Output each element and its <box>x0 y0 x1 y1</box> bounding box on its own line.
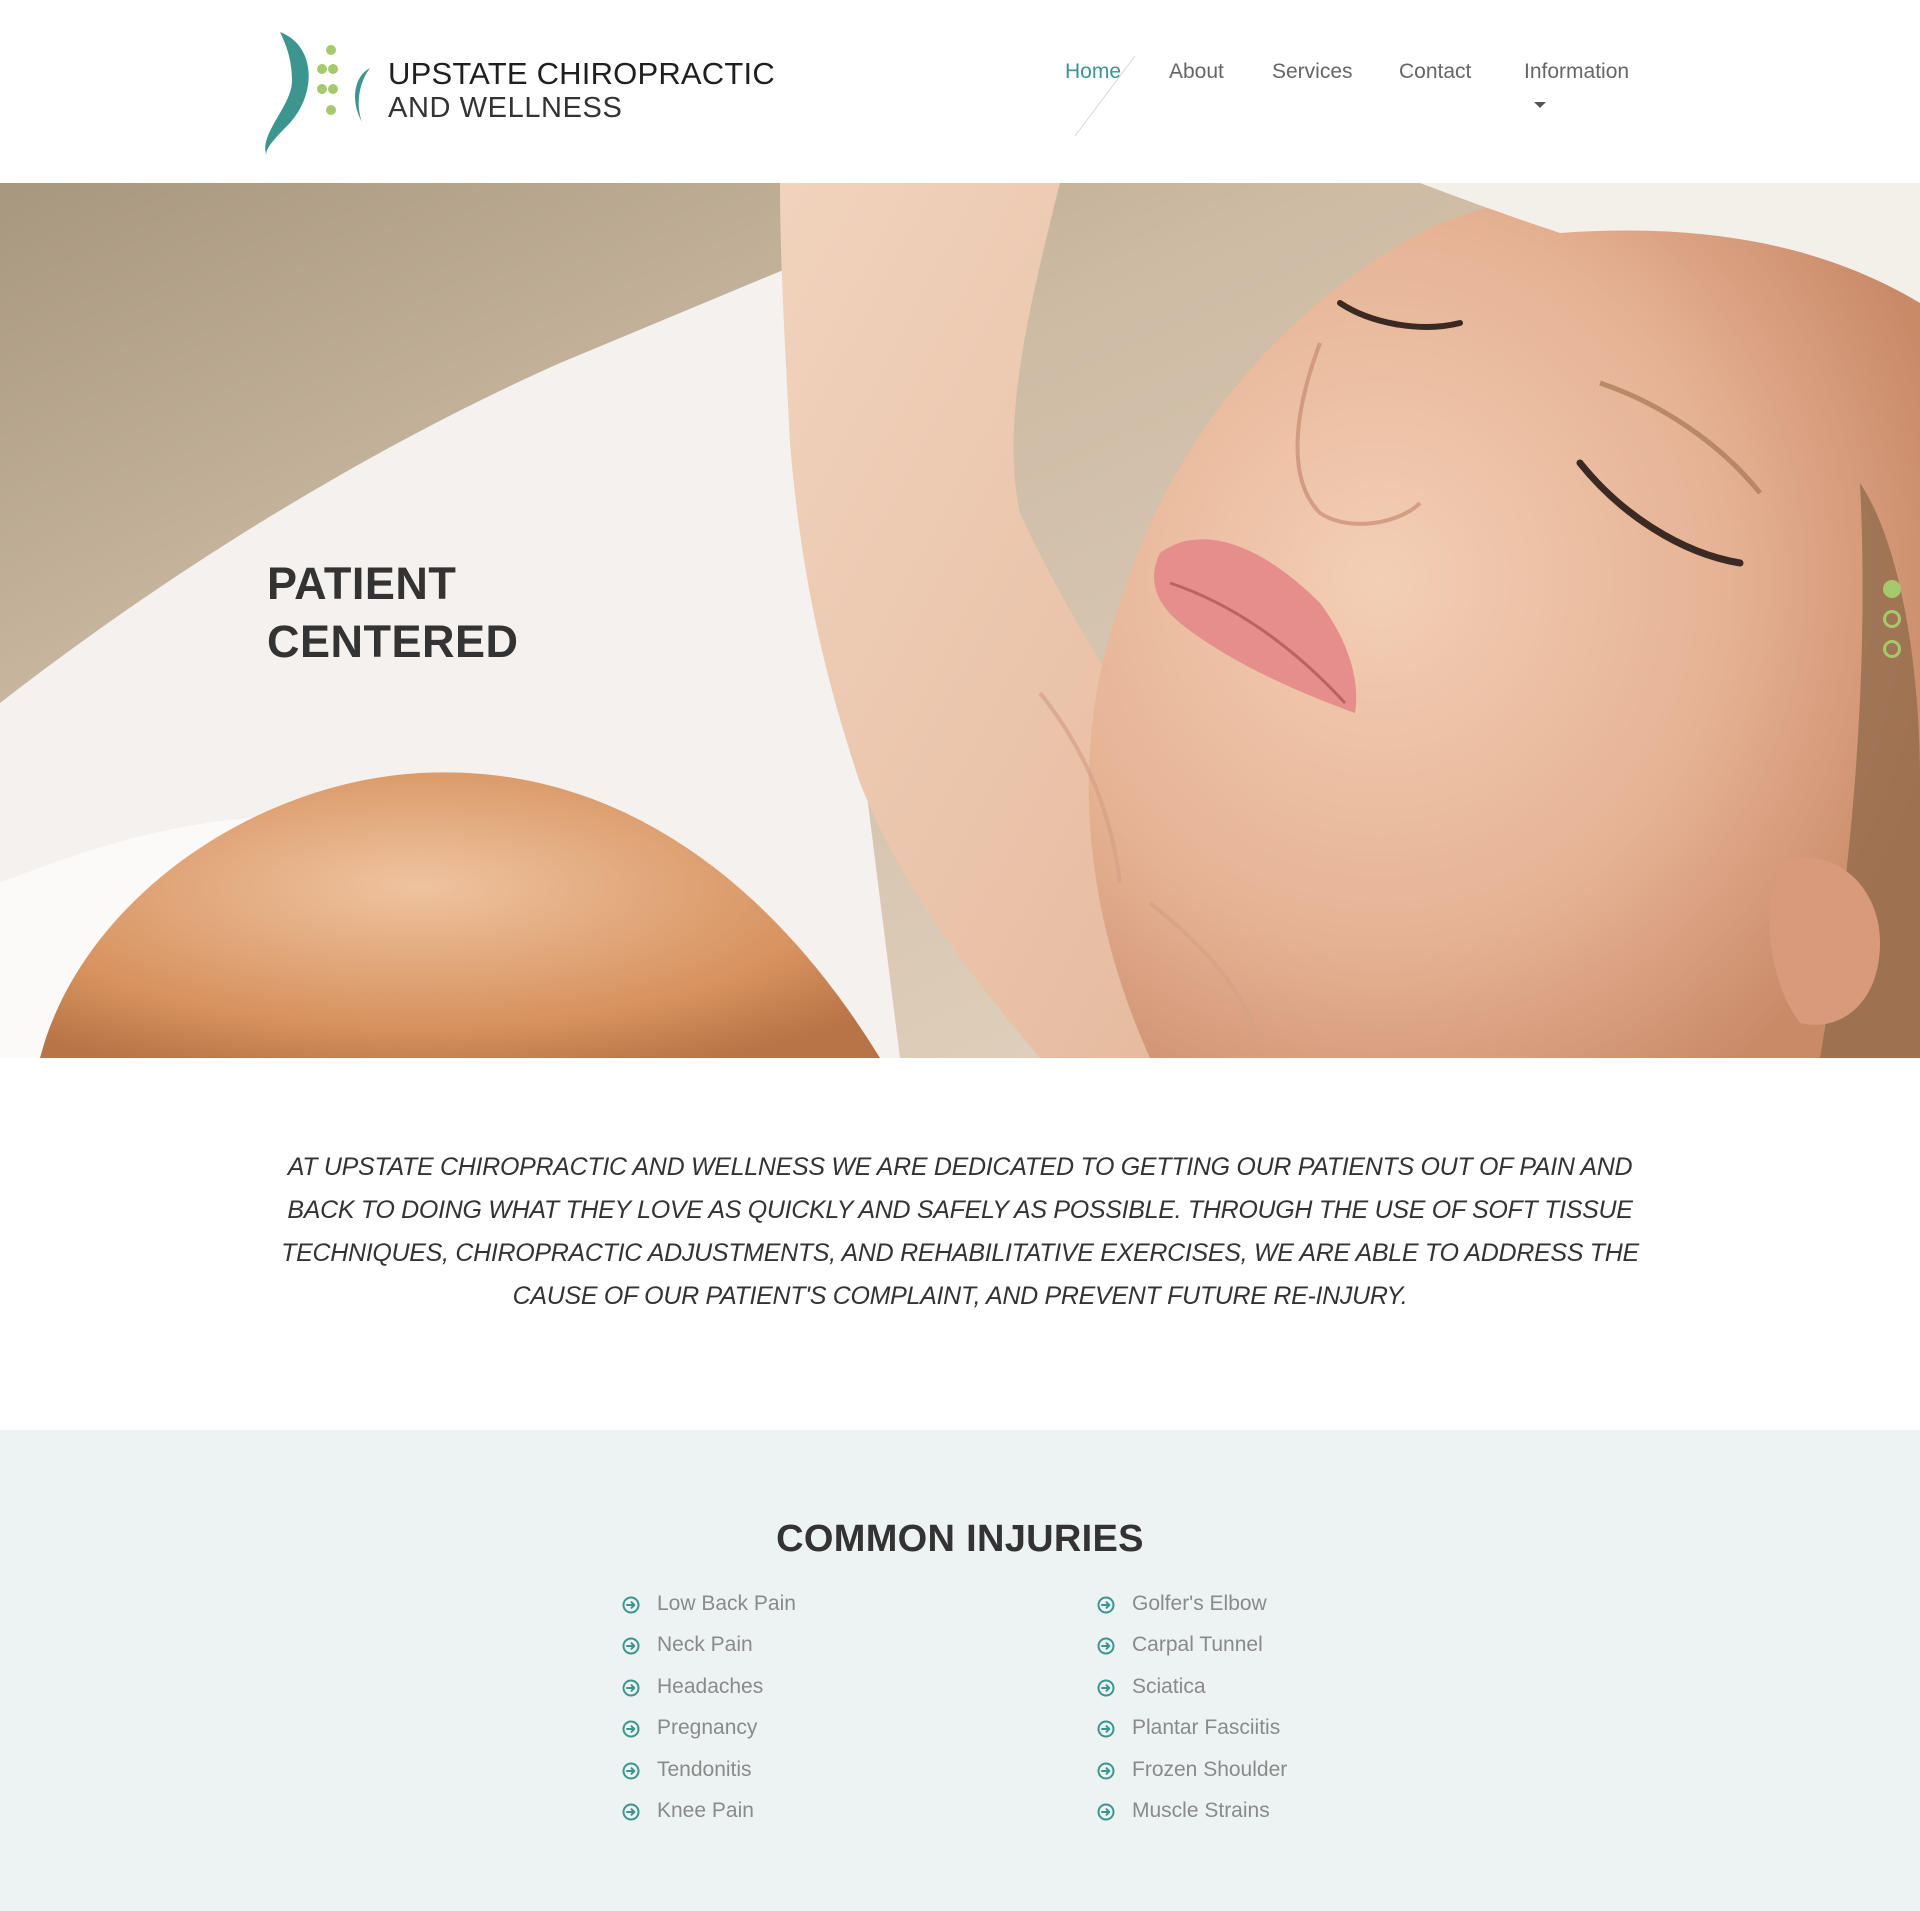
list-item: Low Back Pain <box>622 1590 1022 1631</box>
arrow-circle-right-icon <box>1097 1762 1115 1780</box>
slider-pagination <box>1883 580 1903 660</box>
list-item: Carpal Tunnel <box>1097 1631 1497 1672</box>
list-item: Knee Pain <box>622 1797 1022 1838</box>
hero-title-line2: CENTERED <box>267 616 519 667</box>
list-item: Neck Pain <box>622 1631 1022 1672</box>
hero-title: PATIENT CENTERED <box>267 555 519 671</box>
arrow-circle-right-icon <box>1097 1679 1115 1697</box>
site-logo[interactable]: UPSTATE CHIROPRACTIC AND WELLNESS <box>262 26 775 158</box>
logo-subtitle: AND WELLNESS <box>388 92 623 124</box>
nav-contact[interactable]: Contact <box>1399 60 1471 84</box>
list-item: Tendonitis <box>622 1756 1022 1797</box>
hero-slider: PATIENT CENTERED <box>0 183 1920 1058</box>
arrow-circle-right-icon <box>1097 1596 1115 1614</box>
nav-information[interactable]: Information <box>1524 60 1630 108</box>
list-item: Plantar Fasciitis <box>1097 1714 1497 1755</box>
slide-dot-1[interactable] <box>1883 580 1901 598</box>
list-item: Headaches <box>622 1673 1022 1714</box>
list-item-label: Pregnancy <box>657 1716 758 1740</box>
list-item-label: Neck Pain <box>657 1633 753 1657</box>
list-item: Golfer's Elbow <box>1097 1590 1497 1631</box>
site-header: UPSTATE CHIROPRACTIC AND WELLNESS Home A… <box>0 0 1920 183</box>
list-item: Frozen Shoulder <box>1097 1756 1497 1797</box>
hero-title-line1: PATIENT <box>267 558 457 609</box>
arrow-circle-right-icon <box>622 1596 640 1614</box>
nav-contact-label: Contact <box>1399 60 1472 83</box>
list-item-label: Muscle Strains <box>1132 1798 1270 1822</box>
nav-services-label: Services <box>1272 60 1353 83</box>
list-item-label: Low Back Pain <box>657 1592 796 1615</box>
nav-information-label: Information <box>1524 60 1630 83</box>
list-item-label: Carpal Tunnel <box>1132 1633 1263 1657</box>
list-item: Pregnancy <box>622 1714 1022 1755</box>
arrow-circle-right-icon <box>622 1720 640 1738</box>
list-item-label: Frozen Shoulder <box>1132 1757 1288 1781</box>
list-item-label: Knee Pain <box>657 1798 754 1822</box>
nav-home[interactable]: Home <box>1065 56 1135 136</box>
logo-title: UPSTATE CHIROPRACTIC <box>388 56 775 91</box>
arrow-circle-right-icon <box>622 1762 640 1780</box>
injuries-list-left: Low Back Pain Neck Pain Headaches Pregna… <box>622 1590 1022 1838</box>
spine-logo-icon <box>265 32 370 156</box>
arrow-circle-right-icon <box>622 1803 640 1821</box>
slide-dot-3[interactable] <box>1883 640 1901 658</box>
list-item-label: Golfer's Elbow <box>1132 1592 1267 1615</box>
arrow-circle-right-icon <box>1097 1720 1115 1738</box>
section-title: COMMON INJURIES <box>776 1518 1144 1560</box>
list-item-label: Headaches <box>657 1674 764 1698</box>
nav-services[interactable]: Services <box>1272 60 1353 84</box>
nav-about[interactable]: About <box>1169 60 1224 84</box>
intro-section: At Upstate Chiropractic and Wellness we … <box>0 1058 1920 1430</box>
injuries-list-right: Golfer's Elbow Carpal Tunnel Sciatica Pl… <box>1097 1590 1497 1838</box>
active-indicator-icon <box>1075 56 1135 136</box>
chevron-down-icon <box>1534 102 1546 108</box>
slide-dot-2[interactable] <box>1883 610 1901 628</box>
list-item-label: Plantar Fasciitis <box>1132 1716 1281 1740</box>
intro-text: At Upstate Chiropractic and Wellness we … <box>281 1153 1639 1310</box>
list-item: Muscle Strains <box>1097 1797 1497 1838</box>
nav-about-label: About <box>1169 60 1224 83</box>
arrow-circle-right-icon <box>622 1679 640 1697</box>
list-item-label: Sciatica <box>1132 1674 1206 1698</box>
common-injuries-section: COMMON INJURIES Low Back Pain Neck Pain … <box>0 1430 1920 1911</box>
arrow-circle-right-icon <box>622 1637 640 1655</box>
arrow-circle-right-icon <box>1097 1637 1115 1655</box>
list-item: Sciatica <box>1097 1673 1497 1714</box>
arrow-circle-right-icon <box>1097 1803 1115 1821</box>
list-item-label: Tendonitis <box>657 1757 752 1781</box>
